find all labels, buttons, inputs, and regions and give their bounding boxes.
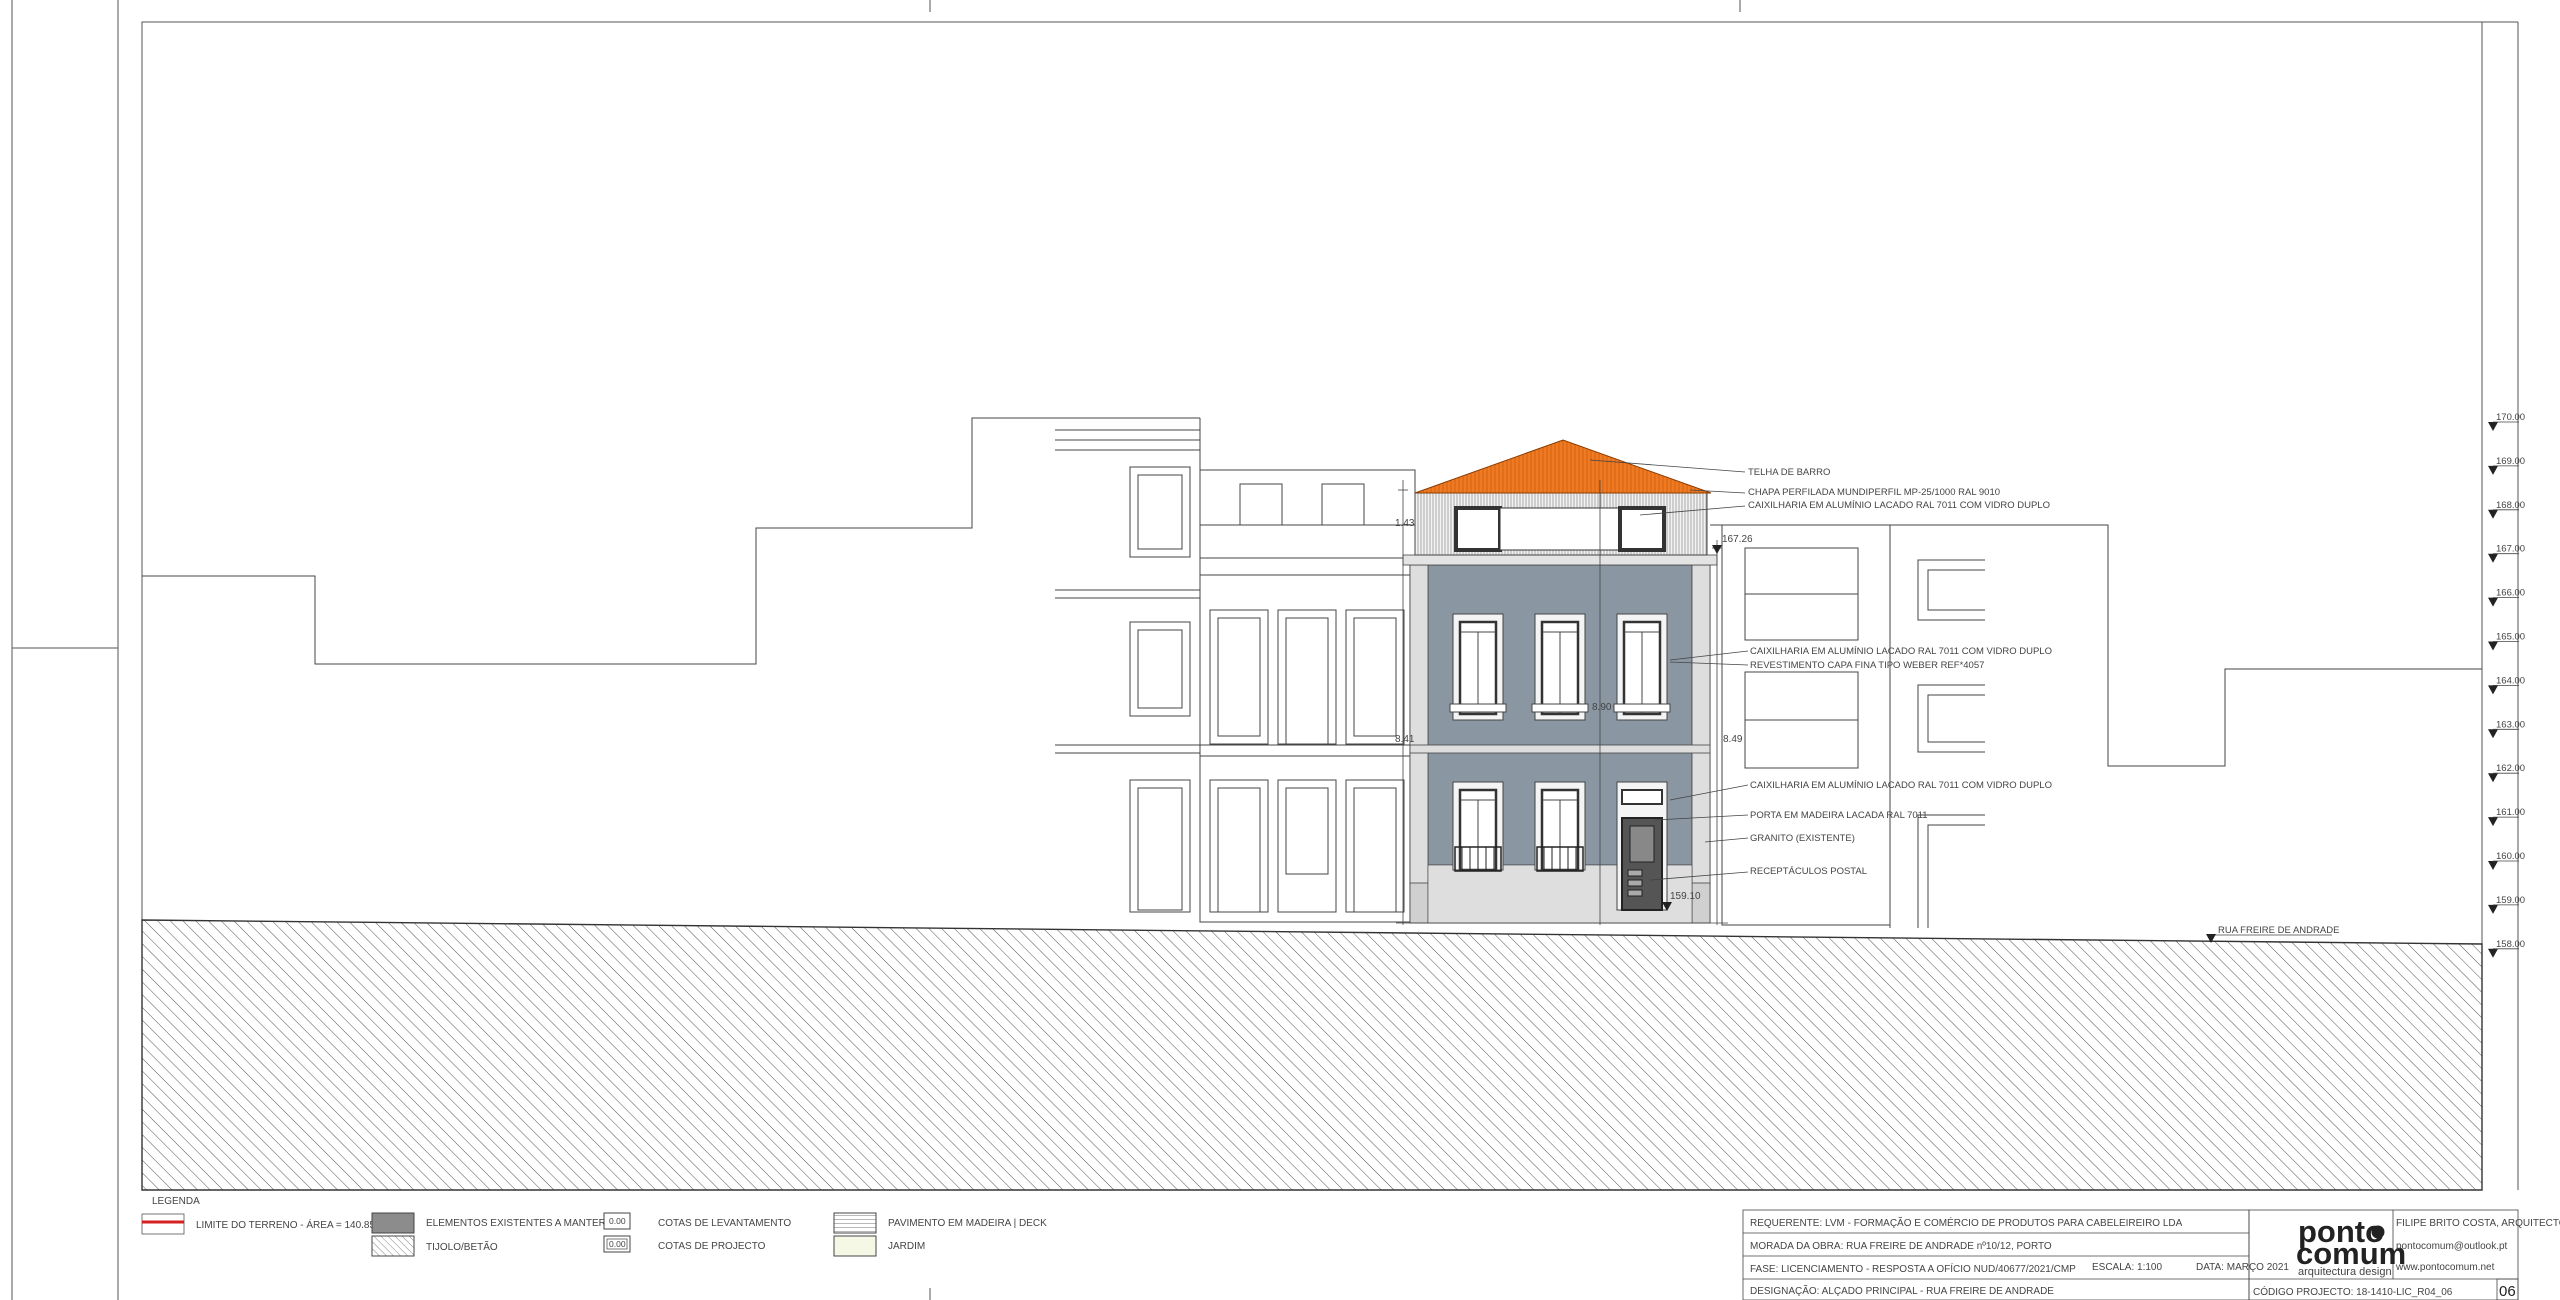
level-label: 163.00 [2496, 719, 2525, 730]
annotation-render: REVESTIMENTO CAPA FINA TIPO WEBER REF*40… [1750, 660, 1984, 671]
annotation-granite: GRANITO (EXISTENTE) [1750, 833, 1855, 844]
legend-box-survey-value: 0.00 [609, 1216, 626, 1226]
legend-title: LEGENDA [152, 1196, 200, 1207]
level-label: 158.00 [2496, 939, 2525, 950]
legend-item-garden: JARDIM [888, 1241, 925, 1252]
annotation-metal-sheet: CHAPA PERFILADA MUNDIPERFIL MP-25/1000 R… [1748, 487, 2000, 498]
left-neighbour-building [1055, 418, 1201, 922]
office-architect: FILIPE BRITO COSTA, ARQUITECTO [2396, 1218, 2560, 1229]
legend-swatch-existing [371, 1212, 415, 1234]
dim-top-level: 167.26 [1722, 534, 1753, 545]
annotation-mailbox: RECEPTÁCULOS POSTAL [1750, 866, 1867, 877]
dim-door-level: 159.10 [1670, 891, 1701, 902]
legend-swatch-deck [833, 1212, 877, 1234]
level-marker-icon [2488, 553, 2498, 563]
legend-item-boundary: LIMITE DO TERRENO - ÁREA = 140.85m2 [196, 1218, 389, 1231]
skyline-outline-left [142, 417, 1200, 665]
level-marker-icon [2488, 817, 2498, 827]
title-codigo: CÓDIGO PROJECTO: 18-1410-LIC_R04_06 [2253, 1285, 2453, 1298]
office-email: pontocomum@outlook.pt [2396, 1241, 2508, 1252]
title-designacao: DESIGNAÇÃO: ALÇADO PRINCIPAL - RUA FREIR… [1750, 1284, 2054, 1297]
dim-right: 8.49 [1723, 734, 1743, 745]
title-morada: MORADA DA OBRA: RUA FREIRE DE ANDRADE nº… [1750, 1241, 2052, 1252]
dim-left: 8.41 [1395, 734, 1415, 745]
level-label: 164.00 [2496, 675, 2525, 686]
title-requerente: REQUERENTE: LVM - FORMAÇÃO E COMÉRCIO DE… [1750, 1216, 2183, 1229]
legend-swatch-garden [833, 1235, 877, 1257]
title-fase: FASE: LICENCIAMENTO - RESPOSTA A OFÍCIO … [1750, 1262, 2076, 1275]
middle-neighbour-building [1199, 469, 1416, 923]
level-marker-icon [2488, 773, 2498, 783]
level-label: 165.00 [2496, 632, 2525, 643]
level-marker-icon [2488, 948, 2498, 958]
level-label: 162.00 [2496, 763, 2525, 774]
legend-item-existing: ELEMENTOS EXISTENTES A MANTER [426, 1218, 606, 1229]
level-label: 170.00 [2496, 412, 2525, 423]
level-marker-icon [2488, 422, 2498, 431]
level-marker [1712, 545, 1722, 554]
title-escala: ESCALA: 1:100 [2092, 1262, 2162, 1273]
level-marker-icon [2488, 904, 2498, 914]
level-marker-icon [2488, 509, 2498, 519]
legend-swatch-brick [371, 1235, 415, 1257]
title-data: DATA: MARÇO 2021 [2196, 1262, 2289, 1273]
annotation-roof-tile: TELHA DE BARRO [1748, 467, 1830, 478]
entrance-door [1616, 781, 1668, 911]
elevation-drawing-sheet: 1.43 8.41 8.90 8.49 167.26 159.10 TELHA … [11, 0, 2560, 1300]
level-marker-icon [2488, 685, 2498, 695]
level-label: 159.00 [2496, 895, 2525, 906]
main-building [1396, 439, 1728, 925]
level-label: 168.00 [2496, 500, 2525, 511]
annotation-first-floor-windows: CAIXILHARIA EM ALUMÍNIO LACADO RAL 7011 … [1750, 646, 2052, 657]
legend-box-project-value: 0.00 [609, 1239, 626, 1249]
legend-item-brick: TIJOLO/BETÃO [426, 1240, 498, 1253]
level-label: 161.00 [2496, 807, 2525, 818]
level-label: 167.00 [2496, 544, 2525, 555]
legend-item-deck: PAVIMENTO EM MADEIRA | DECK [888, 1218, 1047, 1229]
annotation-ground-windows: CAIXILHARIA EM ALUMÍNIO LACADO RAL 7011 … [1750, 780, 2052, 791]
sheet-number: 06 [2499, 1283, 2516, 1300]
legend-item-survey: COTAS DE LEVANTAMENTO [658, 1218, 791, 1229]
level-marker-icon [2488, 861, 2498, 870]
level-scale: 170.00 169.00 168.00 167.00 166.00 165.00 164.… [2488, 412, 2525, 958]
legend-swatch-boundary [141, 1213, 185, 1235]
ground-hatch [141, 919, 2483, 1191]
annotation-door: PORTA EM MADEIRA LACADA RAL 7011 [1750, 810, 1928, 821]
level-marker-icon [2488, 597, 2498, 607]
office-web: www.pontocomum.net [2395, 1262, 2495, 1273]
svg-text:arquitectura design: arquitectura design [2298, 1266, 2392, 1278]
legend-item-project: COTAS DE PROJECTO [658, 1241, 766, 1252]
level-marker-icon [2488, 465, 2498, 475]
office-logo: ponto comum arquitectura design [2296, 1214, 2406, 1278]
level-marker-icon [2488, 641, 2498, 651]
first-floor-windows [1449, 613, 1671, 721]
street-label: RUA FREIRE DE ANDRADE [2218, 925, 2339, 936]
level-label: 160.00 [2496, 851, 2525, 862]
dim-center: 8.90 [1592, 702, 1612, 713]
level-label: 169.00 [2496, 456, 2525, 467]
level-label: 166.00 [2496, 588, 2525, 599]
annotation-attic-windows: CAIXILHARIA EM ALUMÍNIO LACADO RAL 7011 … [1748, 500, 2050, 511]
dim-attic: 1.43 [1395, 518, 1415, 529]
clay-tile-roof [1414, 439, 1712, 494]
level-marker-icon [2488, 729, 2498, 739]
